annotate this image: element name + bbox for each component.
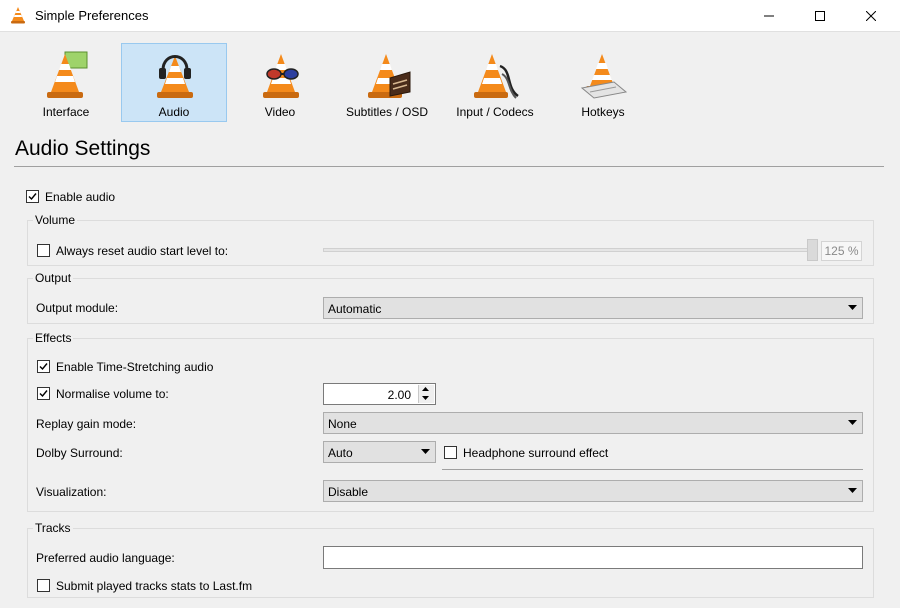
vlc-cone-glasses-icon xyxy=(263,54,299,98)
window-title: Simple Preferences xyxy=(35,8,149,23)
checkmark-icon xyxy=(39,390,48,398)
volume-level-readout: 125 % xyxy=(821,241,862,261)
dolby-surround-select[interactable]: Auto xyxy=(323,441,436,463)
category-label: Subtitles / OSD xyxy=(345,105,429,119)
category-toolbar: Interface Audio Video Subtitles / OSD In… xyxy=(0,32,900,127)
output-module-label: Output module: xyxy=(36,301,119,315)
replay-gain-select[interactable]: None xyxy=(323,412,863,434)
checkmark-icon xyxy=(28,193,37,201)
category-interface[interactable]: Interface xyxy=(13,43,119,122)
visualization-label: Visualization: xyxy=(36,485,107,499)
preferred-language-label: Preferred audio language: xyxy=(36,551,175,565)
chevron-down-icon xyxy=(848,305,857,310)
vlc-cone-interface-icon xyxy=(47,51,88,98)
normalise-value: 2.00 xyxy=(387,388,411,402)
spin-up-icon[interactable] xyxy=(422,387,429,391)
time-stretch-checkbox[interactable] xyxy=(37,360,50,373)
close-icon xyxy=(866,10,876,21)
category-hotkeys[interactable]: Hotkeys xyxy=(550,43,656,122)
minimize-button[interactable] xyxy=(746,0,792,31)
replay-gain-label: Replay gain mode: xyxy=(36,417,137,431)
spin-buttons[interactable] xyxy=(418,385,434,403)
dolby-surround-label: Dolby Surround: xyxy=(36,446,123,460)
output-module-value: Automatic xyxy=(328,302,382,316)
preferred-language-input[interactable] xyxy=(323,546,863,569)
normalise-label[interactable]: Normalise volume to: xyxy=(56,387,169,401)
checkmark-icon xyxy=(39,363,48,371)
visualization-value: Disable xyxy=(328,485,369,499)
reset-level-label[interactable]: Always reset audio start level to: xyxy=(56,244,228,258)
lastfm-label[interactable]: Submit played tracks stats to Last.fm xyxy=(56,579,252,593)
volume-slider-thumb[interactable] xyxy=(807,239,818,261)
category-input-codecs[interactable]: Input / Codecs xyxy=(442,43,548,122)
vlc-cone-cables-icon xyxy=(474,54,519,99)
replay-gain-value: None xyxy=(328,417,357,431)
output-module-select[interactable]: Automatic xyxy=(323,297,863,319)
maximize-button[interactable] xyxy=(797,0,843,31)
close-button[interactable] xyxy=(848,0,894,31)
volume-group xyxy=(27,220,874,266)
vlc-cone-keyboard-icon xyxy=(580,54,628,99)
maximize-icon xyxy=(815,10,825,21)
output-group-title: Output xyxy=(33,271,74,285)
tracks-group-title: Tracks xyxy=(33,521,73,535)
enable-audio-label[interactable]: Enable audio xyxy=(45,190,115,204)
effects-separator xyxy=(442,469,863,470)
vlc-cone-subtitles-icon xyxy=(368,54,411,98)
volume-group-title: Volume xyxy=(33,213,78,227)
title-bar: Simple Preferences xyxy=(0,0,900,32)
vlc-cone-headphones-icon xyxy=(157,55,193,98)
chevron-down-icon xyxy=(848,488,857,493)
heading-divider xyxy=(14,166,884,167)
time-stretch-label[interactable]: Enable Time-Stretching audio xyxy=(56,360,213,374)
category-label: Input / Codecs xyxy=(456,105,534,119)
vlc-cone-icon xyxy=(11,7,25,24)
reset-level-checkbox[interactable] xyxy=(37,244,50,257)
effects-group-title: Effects xyxy=(33,331,74,345)
minimize-icon xyxy=(764,15,774,16)
category-audio[interactable]: Audio xyxy=(121,43,227,122)
headphone-surround-label[interactable]: Headphone surround effect xyxy=(463,446,608,460)
dolby-surround-value: Auto xyxy=(328,446,353,460)
category-label: Audio xyxy=(158,105,190,119)
enable-audio-checkbox[interactable] xyxy=(26,190,39,203)
category-video[interactable]: Video xyxy=(227,43,333,122)
spin-down-icon[interactable] xyxy=(422,396,429,400)
headphone-surround-checkbox[interactable] xyxy=(444,446,457,459)
lastfm-checkbox[interactable] xyxy=(37,579,50,592)
visualization-select[interactable]: Disable xyxy=(323,480,863,502)
category-label: Hotkeys xyxy=(581,105,625,119)
volume-slider-track[interactable] xyxy=(323,248,818,252)
chevron-down-icon xyxy=(848,420,857,425)
page-title: Audio Settings xyxy=(15,137,151,160)
normalise-spinbox[interactable]: 2.00 xyxy=(323,383,436,405)
category-subtitles-osd[interactable]: Subtitles / OSD xyxy=(334,43,440,122)
chevron-down-icon xyxy=(421,449,430,454)
category-label: Video xyxy=(264,105,296,119)
category-label: Interface xyxy=(42,105,90,119)
normalise-checkbox[interactable] xyxy=(37,387,50,400)
